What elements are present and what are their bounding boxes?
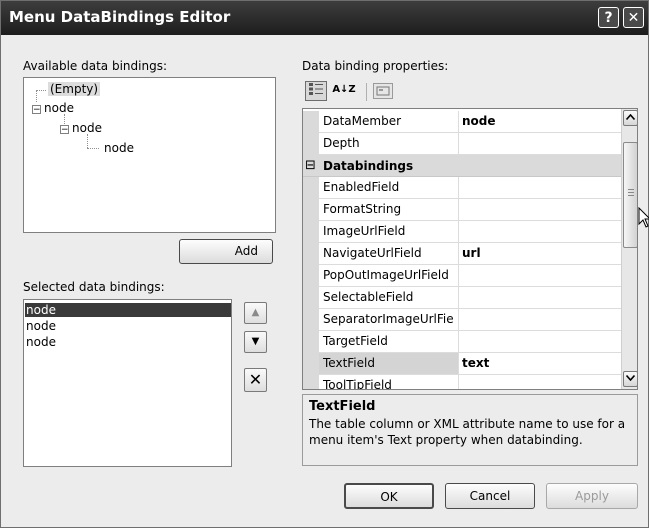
- arrow-up-icon: ▲: [251, 307, 260, 318]
- property-row-selectablefield[interactable]: SelectableField: [303, 287, 621, 309]
- property-name: ToolTipField: [319, 375, 459, 389]
- property-row-tooltipfield[interactable]: ToolTipField: [303, 375, 623, 389]
- add-button[interactable]: Add: [179, 239, 273, 264]
- toolbar-separator: [366, 83, 367, 101]
- property-value[interactable]: [460, 309, 623, 330]
- available-bindings-tree[interactable]: (Empty) − node − node node: [23, 77, 276, 233]
- property-name: TextField: [319, 353, 459, 374]
- property-name: NavigateUrlField: [319, 243, 459, 264]
- list-item[interactable]: node: [25, 303, 231, 317]
- scroll-thumb[interactable]: [623, 142, 637, 248]
- property-row-enabledfield[interactable]: EnabledField: [303, 177, 621, 199]
- add-button-label: Add: [234, 244, 258, 258]
- property-description-panel: TextField The table column or XML attrib…: [302, 394, 638, 466]
- tree-item-node-level3[interactable]: node: [104, 141, 134, 155]
- property-value[interactable]: [460, 331, 623, 352]
- property-row-separatorimageurlfield[interactable]: SeparatorImageUrlFie: [303, 309, 621, 331]
- list-item[interactable]: node: [25, 335, 231, 349]
- move-down-button[interactable]: ▼: [244, 331, 267, 353]
- property-value[interactable]: [460, 287, 623, 308]
- title-bar: Menu DataBindings Editor ? ✕: [1, 1, 648, 35]
- property-name: FormatString: [319, 199, 459, 220]
- property-row-depth[interactable]: Depth: [303, 133, 621, 155]
- property-value[interactable]: [460, 265, 623, 286]
- selected-bindings-label: Selected data bindings:: [23, 280, 165, 294]
- property-value[interactable]: [460, 375, 623, 389]
- description-text: The table column or XML attribute name t…: [309, 417, 626, 447]
- property-pages-icon[interactable]: [373, 83, 393, 99]
- property-name: PopOutImageUrlField: [319, 265, 459, 286]
- tree-connector: [87, 134, 88, 148]
- apply-button[interactable]: Apply: [546, 483, 638, 509]
- tree-connector: [87, 148, 99, 149]
- categorized-icon[interactable]: [305, 81, 327, 101]
- tree-item-node-level2[interactable]: node: [72, 121, 102, 135]
- property-name: EnabledField: [319, 177, 459, 198]
- properties-label: Data binding properties:: [302, 59, 449, 73]
- window-title: Menu DataBindings Editor: [9, 8, 231, 26]
- property-grid-scrollbar[interactable]: [621, 109, 637, 389]
- menu-databindings-editor-window: Menu DataBindings Editor ? ✕ Available d…: [0, 0, 649, 528]
- property-value[interactable]: text: [460, 353, 623, 374]
- property-value[interactable]: [460, 199, 623, 220]
- property-value[interactable]: node: [460, 111, 623, 132]
- property-row-imageurlfield[interactable]: ImageUrlField: [303, 221, 621, 243]
- help-button[interactable]: ?: [598, 7, 619, 28]
- property-value[interactable]: url: [460, 243, 623, 264]
- available-bindings-label: Available data bindings:: [23, 59, 167, 73]
- property-row-textfield[interactable]: TextField text: [303, 353, 621, 375]
- property-value[interactable]: [460, 177, 623, 198]
- property-row-formatstring[interactable]: FormatString: [303, 199, 621, 221]
- arrow-down-icon: ▼: [251, 336, 260, 347]
- property-row-datamember[interactable]: DataMember node: [303, 111, 621, 133]
- property-name: DataMember: [319, 111, 459, 132]
- selected-bindings-list[interactable]: node node node: [23, 299, 232, 467]
- cancel-button[interactable]: Cancel: [445, 483, 535, 509]
- tree-connector: [36, 90, 46, 91]
- scroll-down-button[interactable]: [623, 371, 637, 387]
- mouse-cursor-icon: [638, 207, 649, 228]
- tree-collapse-icon[interactable]: −: [60, 125, 69, 135]
- property-name: SeparatorImageUrlFie: [319, 309, 459, 330]
- property-row-popoutimageurlfield[interactable]: PopOutImageUrlField: [303, 265, 621, 287]
- ok-button[interactable]: OK: [344, 483, 434, 509]
- property-name: Depth: [319, 133, 459, 154]
- list-item[interactable]: node: [25, 319, 231, 333]
- delete-button[interactable]: ✕: [244, 368, 267, 392]
- property-value[interactable]: [460, 221, 623, 242]
- tree-connector: [64, 114, 65, 124]
- scroll-up-button[interactable]: [623, 110, 637, 126]
- property-name: TargetField: [319, 331, 459, 352]
- move-up-button[interactable]: ▲: [244, 302, 267, 324]
- tree-connector: [36, 90, 37, 102]
- property-name: ImageUrlField: [319, 221, 459, 242]
- property-grid[interactable]: DataMember node Depth ⊟ Databindings Ena…: [302, 108, 638, 390]
- alphabetical-sort-icon[interactable]: A↓Z: [331, 81, 357, 101]
- property-row-navigateurlfield[interactable]: NavigateUrlField url: [303, 243, 621, 265]
- tree-collapse-icon[interactable]: −: [32, 105, 41, 115]
- category-label: Databindings: [323, 159, 414, 173]
- tree-item-node-level1[interactable]: node: [44, 101, 74, 115]
- collapse-icon[interactable]: ⊟: [305, 158, 316, 173]
- tree-item-empty[interactable]: (Empty): [48, 82, 101, 96]
- close-button[interactable]: ✕: [623, 7, 644, 28]
- property-row-targetfield[interactable]: TargetField: [303, 331, 621, 353]
- property-value[interactable]: [460, 133, 623, 154]
- delete-icon: ✕: [248, 370, 263, 389]
- category-databindings[interactable]: ⊟ Databindings: [303, 155, 621, 177]
- property-name: SelectableField: [319, 287, 459, 308]
- description-title: TextField: [309, 399, 376, 414]
